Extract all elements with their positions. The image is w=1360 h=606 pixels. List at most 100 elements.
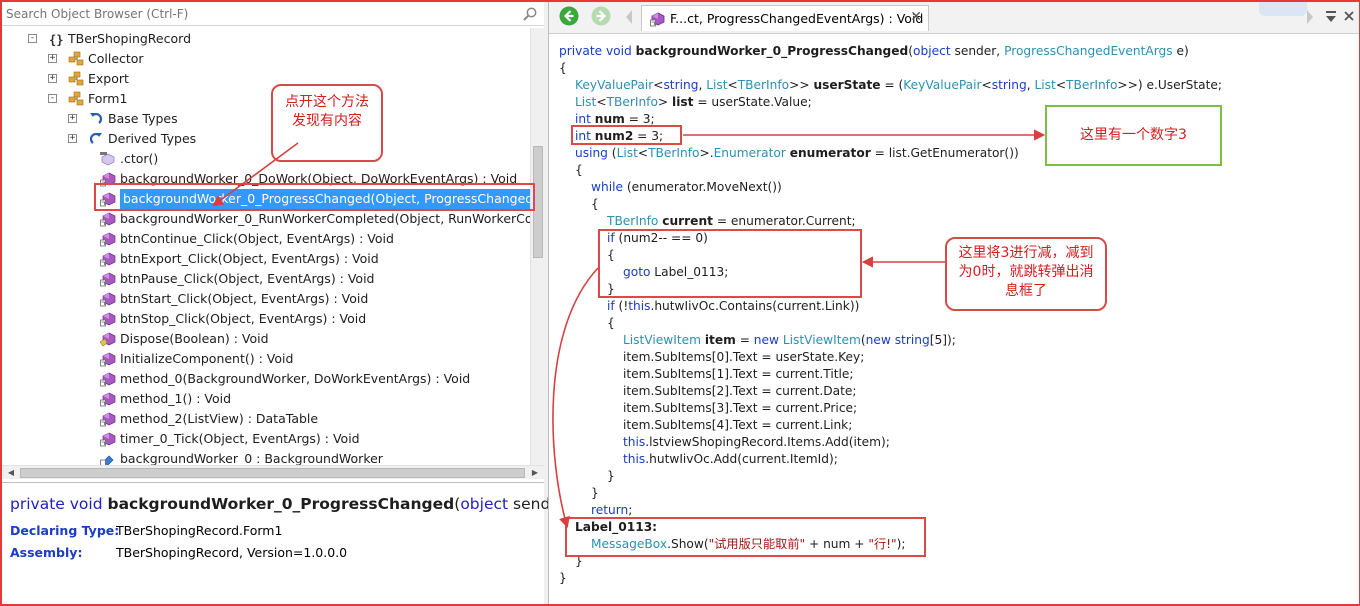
class-icon xyxy=(68,51,84,67)
method-icon xyxy=(100,311,116,327)
code-line-24: this.lstviewShopingRecord.Items.Add(item… xyxy=(623,435,890,449)
tree-item-label: Form1 xyxy=(88,91,128,106)
tree-item[interactable]: backgroundWorker_0 : BackgroundWorker xyxy=(2,449,530,465)
tree-item[interactable]: timer_0_Tick(Object, EventArgs) : Void xyxy=(2,429,530,449)
expand-icon[interactable]: + xyxy=(68,134,77,143)
tree-item[interactable]: - {} TBerShopingRecord xyxy=(2,29,530,49)
expand-icon[interactable]: + xyxy=(68,114,77,123)
sig-keyword: private xyxy=(10,495,65,513)
method-icon xyxy=(100,231,116,247)
search-icon[interactable] xyxy=(522,6,538,22)
tree-item[interactable]: method_0(BackgroundWorker, DoWorkEventAr… xyxy=(2,369,530,389)
method-icon xyxy=(100,431,116,447)
annotation-box-number3: 这里有一个数字3 xyxy=(1045,105,1222,166)
code-line-7: using (List<TBerInfo>.Enumerator enumera… xyxy=(575,146,1019,160)
tree-item[interactable]: .ctor() xyxy=(2,149,530,169)
class-icon xyxy=(68,71,84,87)
tree-item[interactable]: btnStop_Click(Object, EventArgs) : Void xyxy=(2,309,530,329)
tree-item[interactable]: backgroundWorker_0_RunWorkerCompleted(Ob… xyxy=(2,209,530,229)
declaring-type-value[interactable]: TBerShopingRecord.Form1 xyxy=(116,523,282,538)
tree-item-label: TBerShopingRecord xyxy=(68,31,191,46)
expand-icon[interactable]: + xyxy=(48,74,57,83)
code-line-10: { xyxy=(591,197,599,211)
tree-item[interactable]: btnPause_Click(Object, EventArgs) : Void xyxy=(2,269,530,289)
constructor-icon xyxy=(100,151,116,167)
tree-item-label: timer_0_Tick(Object, EventArgs) : Void xyxy=(120,431,360,446)
tree-item-label: backgroundWorker_0_RunWorkerCompleted(Ob… xyxy=(120,211,530,226)
tree-item[interactable]: + Base Types xyxy=(2,109,530,129)
code-line-11: TBerInfo current = enumerator.Current; xyxy=(607,214,856,228)
code-line-22: item.SubItems[3].Text = current.Price; xyxy=(623,401,858,415)
search-input[interactable] xyxy=(6,5,516,23)
tree-item-label: Derived Types xyxy=(108,131,197,146)
svg-text:{}: {} xyxy=(49,33,63,47)
member-details-panel: private void backgroundWorker_0_Progress… xyxy=(2,482,585,604)
tree-item[interactable]: - Form1 xyxy=(2,89,530,109)
assembly-value[interactable]: TBerShopingRecord, Version=1.0.0.0 xyxy=(116,545,347,560)
collapse-icon[interactable]: - xyxy=(28,34,37,43)
expand-icon[interactable]: + xyxy=(48,54,57,63)
annotation-callout-decrement: 这里将3进行减，减到为0时，就跳转弹出消息框了 xyxy=(945,237,1107,311)
back-arrow-icon[interactable] xyxy=(559,6,579,26)
close-pane-icon[interactable] xyxy=(1343,10,1355,22)
tree-vertical-scrollbar[interactable] xyxy=(530,28,544,465)
annotation-callout-open-method: 点开这个方法发现有内容 xyxy=(271,84,383,162)
method-icon xyxy=(100,391,116,407)
code-line-25: this.hutwIivOc.Add(current.ItemId); xyxy=(623,452,838,466)
tree-item-label: btnExport_Click(Object, EventArgs) : Voi… xyxy=(120,251,379,266)
tab-scroll-right-icon[interactable] xyxy=(1305,9,1315,25)
code-line-3: KeyValuePair<string, List<TBerInfo>> use… xyxy=(575,78,1222,92)
code-line-18: ListViewItem item = new ListViewItem(new… xyxy=(623,333,956,347)
tree-item-label: .ctor() xyxy=(120,151,159,166)
tab-scroll-left-icon[interactable] xyxy=(624,9,634,25)
tree-item[interactable]: method_2(ListView) : DataTable xyxy=(2,409,530,429)
tree-item-label: backgroundWorker_0 : BackgroundWorker xyxy=(120,451,383,465)
code-toolbar: F...ct, ProgressChangedEventArgs) : Void… xyxy=(549,2,1359,34)
tree-horizontal-scrollbar[interactable]: ◀ ▶ xyxy=(2,465,544,479)
tree-item-label: btnContinue_Click(Object, EventArgs) : V… xyxy=(120,231,394,246)
code-line-17: { xyxy=(607,316,615,330)
tree-item[interactable]: InitializeComponent() : Void xyxy=(2,349,530,369)
method-public-icon xyxy=(99,331,116,347)
tree-item-label: Dispose(Boolean) : Void xyxy=(120,331,269,346)
tree-item[interactable]: + Derived Types xyxy=(2,129,530,149)
forward-arrow-icon[interactable] xyxy=(591,6,611,26)
tree-item[interactable]: method_1() : Void xyxy=(2,389,530,409)
tab-title: F...ct, ProgressChangedEventArgs) : Void xyxy=(670,11,924,26)
tree-item-label: method_2(ListView) : DataTable xyxy=(120,411,319,426)
highlight-selected-method xyxy=(94,183,535,211)
highlight-label-block xyxy=(565,517,926,557)
scroll-left-arrow-icon[interactable]: ◀ xyxy=(5,467,17,479)
code-line-16: if (!this.hutwIivOc.Contains(current.Lin… xyxy=(607,299,860,313)
code-line-19: item.SubItems[0].Text = userState.Key; xyxy=(623,350,865,364)
highlight-num2-line xyxy=(571,125,682,145)
horizontal-scroll-thumb[interactable] xyxy=(20,468,525,478)
tree-item-label: btnStop_Click(Object, EventArgs) : Void xyxy=(120,311,367,326)
tree-item-label: btnPause_Click(Object, EventArgs) : Void xyxy=(120,271,375,286)
tree-item-label: method_1() : Void xyxy=(120,391,232,406)
tree-item[interactable]: Dispose(Boolean) : Void xyxy=(2,329,530,349)
method-icon xyxy=(100,351,116,367)
tree-item[interactable]: btnContinue_Click(Object, EventArgs) : V… xyxy=(2,229,530,249)
close-icon[interactable]: ✕ xyxy=(910,9,922,25)
code-line-20: item.SubItems[1].Text = current.Title; xyxy=(623,367,854,381)
code-line-26: } xyxy=(607,469,615,483)
dropdown-icon[interactable] xyxy=(1325,10,1337,24)
method-icon xyxy=(650,12,665,27)
namespace-icon: {} xyxy=(48,31,64,47)
derived-types-icon xyxy=(88,131,104,147)
tree-item[interactable]: + Collector xyxy=(2,49,530,69)
method-icon xyxy=(100,211,116,227)
method-icon xyxy=(100,251,116,267)
tree-item[interactable]: btnExport_Click(Object, EventArgs) : Voi… xyxy=(2,249,530,269)
assembly-label: Assembly: xyxy=(10,545,83,560)
sig-keyword: object xyxy=(460,495,509,513)
collapse-icon[interactable]: - xyxy=(48,94,57,103)
tab-current-method[interactable]: F...ct, ProgressChangedEventArgs) : Void… xyxy=(641,5,929,31)
scroll-right-arrow-icon[interactable]: ▶ xyxy=(529,467,541,479)
tree-item-label: btnStart_Click(Object, EventArgs) : Void xyxy=(120,291,369,306)
tree-item[interactable]: btnStart_Click(Object, EventArgs) : Void xyxy=(2,289,530,309)
tree-item-label: Base Types xyxy=(108,111,178,126)
method-icon xyxy=(100,411,116,427)
tree-item[interactable]: + Export xyxy=(2,69,530,89)
